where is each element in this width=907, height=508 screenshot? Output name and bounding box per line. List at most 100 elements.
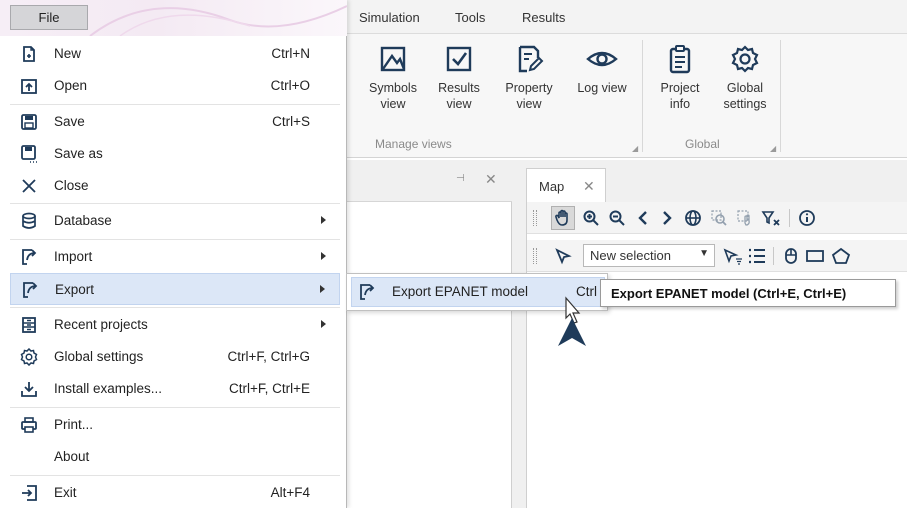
submenu-arrow-icon bbox=[321, 252, 326, 260]
log-view-label: Log view bbox=[577, 81, 627, 95]
exit-icon bbox=[20, 484, 38, 502]
menu-separator bbox=[10, 307, 340, 308]
gear-icon bbox=[20, 348, 38, 366]
toolbar-grip[interactable] bbox=[533, 248, 537, 264]
menu-item-open[interactable]: Open Ctrl+O bbox=[10, 70, 340, 102]
global-settings-label: Global settings bbox=[723, 81, 767, 111]
list-icon[interactable] bbox=[745, 244, 769, 268]
symbols-view-icon bbox=[380, 46, 406, 72]
ribbon-body: Symbols view Results view Property view … bbox=[345, 34, 907, 158]
menu-separator bbox=[10, 407, 340, 408]
pin-icon[interactable]: ⊣ bbox=[456, 173, 465, 184]
menu-item-exit[interactable]: Exit Alt+F4 bbox=[10, 477, 340, 508]
group-label-global: Global bbox=[685, 137, 720, 151]
select-filter-icon[interactable] bbox=[721, 244, 745, 268]
property-view-icon bbox=[518, 45, 544, 73]
menu-item-install-examples[interactable]: Install examples... Ctrl+F, Ctrl+E bbox=[10, 373, 340, 405]
selection-dropdown-value: New selection bbox=[590, 248, 671, 263]
save-icon bbox=[20, 113, 38, 131]
menu-item-about[interactable]: About bbox=[10, 441, 340, 473]
project-info-button[interactable]: Project info bbox=[648, 44, 712, 112]
tooltip: Export EPANET model (Ctrl+E, Ctrl+E) bbox=[600, 279, 896, 307]
property-view-button[interactable]: Property view bbox=[497, 44, 561, 112]
polygon-icon[interactable] bbox=[829, 244, 853, 268]
menu-item-save-as[interactable]: Save as bbox=[10, 138, 340, 170]
tab-simulation[interactable]: Simulation bbox=[359, 10, 420, 25]
zoom-in-icon[interactable] bbox=[579, 206, 603, 230]
globe-icon[interactable] bbox=[681, 206, 705, 230]
close-icon[interactable]: ✕ bbox=[583, 178, 595, 195]
menu-item-shortcut: Ctrl+F, Ctrl+E bbox=[228, 381, 310, 396]
menu-item-global-settings[interactable]: Global settings Ctrl+F, Ctrl+G bbox=[10, 341, 340, 373]
menu-item-label: Database bbox=[54, 213, 112, 228]
menu-item-label: Import bbox=[54, 249, 93, 264]
map-tab-label: Map bbox=[539, 179, 565, 194]
filter-clear-icon[interactable] bbox=[759, 206, 783, 230]
menu-item-save[interactable]: Save Ctrl+S bbox=[10, 106, 340, 138]
log-view-button[interactable]: Log view bbox=[570, 44, 634, 96]
menu-item-label: Close bbox=[54, 178, 89, 193]
select-pointer-icon[interactable] bbox=[551, 244, 575, 268]
next-view-icon[interactable] bbox=[655, 206, 679, 230]
info-icon[interactable] bbox=[795, 206, 819, 230]
zoom-selection-icon[interactable] bbox=[707, 206, 731, 230]
submenu-arrow-icon bbox=[320, 285, 325, 293]
project-info-icon bbox=[669, 45, 691, 74]
toolbar-separator bbox=[789, 209, 790, 227]
import-icon bbox=[20, 248, 38, 266]
toolbar-grip[interactable] bbox=[533, 210, 537, 226]
group-separator bbox=[780, 40, 781, 152]
export-icon bbox=[358, 283, 376, 304]
menu-item-import[interactable]: Import bbox=[10, 241, 340, 273]
group-launcher-icon[interactable]: ◢ bbox=[770, 144, 776, 153]
log-view-icon bbox=[586, 51, 618, 67]
symbols-view-button[interactable]: Symbols view bbox=[361, 44, 425, 112]
submenu-arrow-icon bbox=[321, 320, 326, 328]
group-separator bbox=[642, 40, 643, 152]
export-icon bbox=[21, 281, 39, 299]
menu-item-label: Export bbox=[55, 282, 95, 297]
tab-map[interactable]: Map ✕ bbox=[526, 168, 606, 202]
map-view[interactable]: New selection ▼ bbox=[526, 202, 907, 508]
group-launcher-icon[interactable]: ◢ bbox=[632, 144, 638, 153]
global-settings-button[interactable]: Global settings bbox=[713, 44, 777, 112]
pan-hand-icon[interactable] bbox=[551, 206, 575, 230]
pan-selection-icon[interactable] bbox=[733, 206, 757, 230]
menu-separator bbox=[10, 239, 340, 240]
toolbar-separator bbox=[773, 247, 774, 265]
tab-tools[interactable]: Tools bbox=[455, 10, 485, 25]
menu-item-export[interactable]: Export bbox=[10, 273, 340, 305]
menu-item-close[interactable]: Close bbox=[10, 170, 340, 202]
chevron-down-icon: ▼ bbox=[699, 248, 709, 259]
close-icon[interactable]: ✕ bbox=[485, 171, 497, 188]
previous-view-icon[interactable] bbox=[631, 206, 655, 230]
menu-item-database[interactable]: Database bbox=[10, 205, 340, 237]
menu-item-label: Export EPANET model bbox=[392, 284, 529, 299]
map-navigation-toolbar bbox=[527, 202, 907, 234]
menu-separator bbox=[10, 475, 340, 476]
mouse-icon[interactable] bbox=[779, 244, 803, 268]
file-menu: File New Ctrl+N Open Ctrl+O Save Ctrl+S bbox=[0, 0, 347, 508]
menu-separator bbox=[10, 104, 340, 105]
results-view-icon bbox=[446, 46, 472, 72]
zoom-out-icon[interactable] bbox=[605, 206, 629, 230]
download-icon bbox=[20, 380, 38, 398]
database-icon bbox=[20, 212, 38, 230]
menu-item-new[interactable]: New Ctrl+N bbox=[10, 38, 340, 70]
mouse-cursor-icon bbox=[558, 296, 586, 346]
map-selection-toolbar: New selection ▼ bbox=[527, 240, 907, 272]
submenu-arrow-icon bbox=[321, 216, 326, 224]
tab-results[interactable]: Results bbox=[522, 10, 565, 25]
file-tab[interactable]: File bbox=[10, 5, 88, 30]
menu-item-recent-projects[interactable]: Recent projects bbox=[10, 309, 340, 341]
menu-item-label: Global settings bbox=[54, 349, 144, 364]
group-label-manage-views: Manage views bbox=[375, 137, 452, 151]
menu-item-print[interactable]: Print... bbox=[10, 409, 340, 441]
results-view-button[interactable]: Results view bbox=[427, 44, 491, 112]
menu-separator bbox=[10, 203, 340, 204]
rectangle-icon[interactable] bbox=[803, 244, 827, 268]
ribbon-tab-bar: Simulation Tools Results bbox=[345, 0, 907, 34]
menu-item-shortcut: Ctrl+N bbox=[271, 46, 310, 61]
open-icon bbox=[20, 77, 38, 95]
selection-dropdown[interactable]: New selection ▼ bbox=[583, 244, 715, 267]
